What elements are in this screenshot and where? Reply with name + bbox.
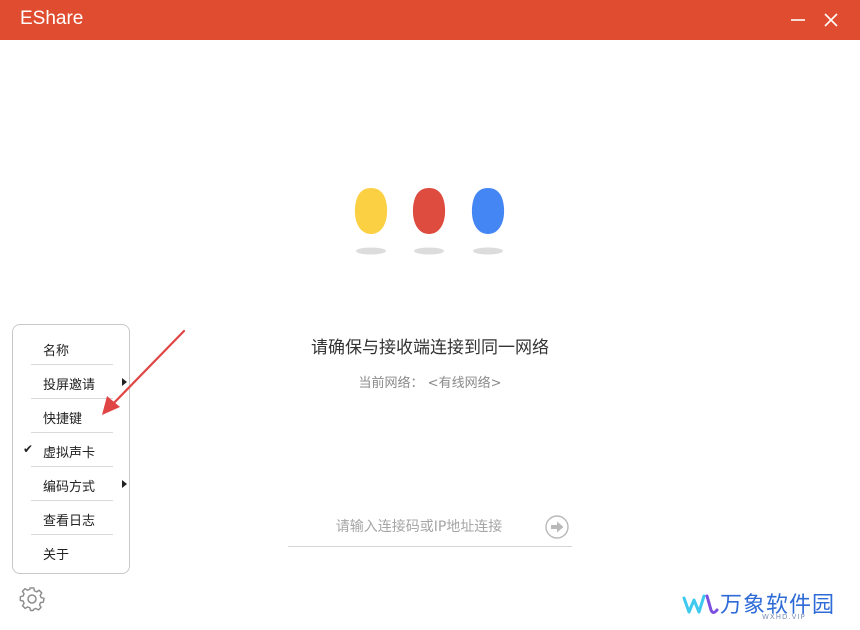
settings-menu: 名称 投屏邀请 快捷键 ✔ 虚拟声卡 编码方式 查看日志 关于 bbox=[12, 324, 130, 574]
close-icon bbox=[824, 13, 838, 27]
submenu-arrow-icon bbox=[122, 378, 127, 386]
gear-icon bbox=[19, 587, 45, 612]
blue-drop-icon bbox=[471, 188, 505, 234]
watermark-logo-icon bbox=[682, 594, 719, 614]
menu-item-virtual-sound-card[interactable]: ✔ 虚拟声卡 bbox=[23, 433, 113, 467]
connect-code-input[interactable] bbox=[288, 513, 538, 541]
menu-item-label: 虚拟声卡 bbox=[43, 446, 96, 461]
menu-item-name[interactable]: 名称 bbox=[31, 331, 113, 365]
title-bar: EShare bbox=[0, 0, 860, 40]
network-value: <有线网络> bbox=[427, 376, 502, 391]
menu-item-label: 投屏邀请 bbox=[43, 378, 96, 393]
arrow-right-circle-icon bbox=[545, 515, 569, 539]
menu-item-view-log[interactable]: 查看日志 bbox=[31, 501, 113, 535]
yellow-drop-shadow bbox=[356, 247, 386, 255]
checkmark-icon: ✔ bbox=[23, 442, 34, 456]
menu-item-label: 关于 bbox=[43, 548, 70, 563]
red-drop-icon bbox=[412, 188, 446, 234]
window-title: EShare bbox=[20, 8, 84, 29]
menu-item-label: 查看日志 bbox=[43, 514, 96, 529]
settings-button[interactable] bbox=[19, 586, 45, 612]
network-hint-heading: 请确保与接收端连接到同一网络 bbox=[311, 338, 549, 358]
menu-item-cast-invite[interactable]: 投屏邀请 bbox=[31, 365, 127, 399]
yellow-drop-icon bbox=[354, 188, 388, 234]
red-drop-shadow bbox=[414, 247, 444, 255]
minimize-icon bbox=[791, 19, 805, 21]
watermark: 万象软件园 WXHD.VIP bbox=[680, 586, 845, 626]
menu-item-about[interactable]: 关于 bbox=[31, 535, 113, 569]
menu-item-encoding[interactable]: 编码方式 bbox=[31, 467, 127, 501]
network-label: 当前网络： bbox=[358, 376, 424, 391]
connect-go-button[interactable] bbox=[544, 514, 570, 540]
minimize-button[interactable] bbox=[784, 6, 812, 34]
menu-item-label: 快捷键 bbox=[43, 412, 83, 427]
submenu-arrow-icon bbox=[122, 480, 127, 488]
menu-item-label: 名称 bbox=[43, 344, 70, 359]
connect-field bbox=[288, 510, 572, 547]
menu-item-shortcuts[interactable]: 快捷键 bbox=[31, 399, 113, 433]
blue-drop-shadow bbox=[473, 247, 503, 255]
eshare-logo bbox=[350, 186, 510, 260]
menu-item-label: 编码方式 bbox=[43, 480, 96, 495]
watermark-subtext: WXHD.VIP bbox=[762, 613, 806, 621]
current-network: 当前网络： <有线网络> bbox=[220, 372, 640, 391]
close-button[interactable] bbox=[817, 6, 845, 34]
